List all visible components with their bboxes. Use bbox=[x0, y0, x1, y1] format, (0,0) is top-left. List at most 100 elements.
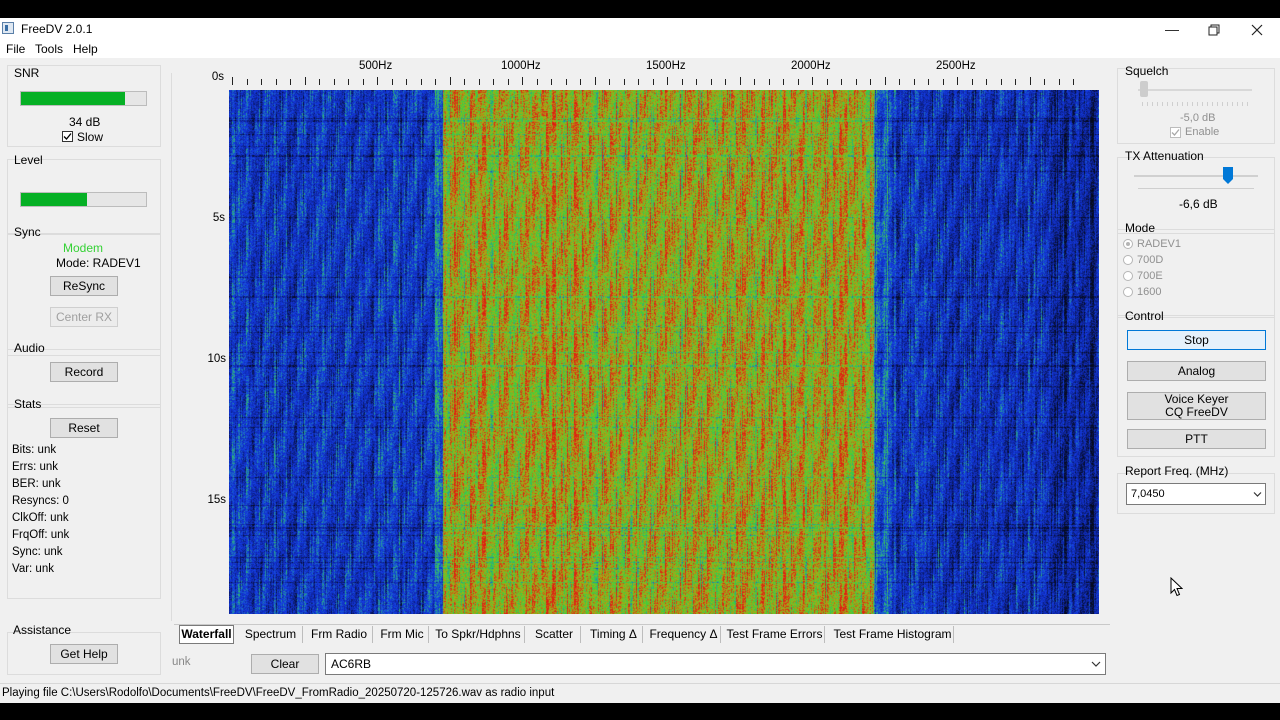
audio-title: Audio bbox=[14, 341, 45, 355]
squelch-enable-checkbox[interactable] bbox=[1170, 127, 1181, 138]
tx-attenuation-title: TX Attenuation bbox=[1125, 149, 1204, 163]
reset-button[interactable]: Reset bbox=[50, 418, 118, 438]
tab-scatter[interactable]: Scatter bbox=[528, 626, 581, 643]
tx-slider-baseline bbox=[1138, 188, 1254, 189]
ruler-tick bbox=[957, 77, 958, 85]
ruler-tick bbox=[363, 79, 364, 85]
ruler-tick bbox=[899, 79, 900, 85]
close-icon[interactable] bbox=[1236, 18, 1278, 40]
snr-value: 34 dB bbox=[69, 115, 101, 129]
tab-to-spkr[interactable]: To Spkr/Hdphns bbox=[432, 626, 525, 643]
squelch-title: Squelch bbox=[1125, 64, 1169, 78]
clear-button[interactable]: Clear bbox=[251, 654, 319, 674]
ruler-tick bbox=[972, 79, 973, 85]
freq-label-500: 500Hz bbox=[359, 60, 393, 72]
ruler-tick bbox=[334, 79, 335, 85]
report-chevron-down-icon bbox=[1253, 492, 1262, 497]
sync-title: Sync bbox=[14, 225, 41, 239]
ruler-tick bbox=[566, 79, 567, 85]
ruler-tick bbox=[493, 79, 494, 85]
minimize-icon[interactable]: — bbox=[1151, 18, 1193, 40]
ruler-tick bbox=[696, 79, 697, 85]
ruler-tick bbox=[406, 79, 407, 85]
ruler-tick bbox=[450, 77, 451, 85]
ruler-tick bbox=[667, 77, 668, 85]
ruler-tick bbox=[740, 77, 741, 85]
report-freq-value: 7,0450 bbox=[1131, 488, 1165, 500]
squelch-slider-track[interactable] bbox=[1138, 89, 1252, 91]
ruler-tick bbox=[783, 79, 784, 85]
waterfall-display[interactable] bbox=[229, 90, 1099, 614]
tab-frequency[interactable]: Frequency Δ bbox=[647, 626, 721, 643]
mouse-cursor-icon bbox=[1170, 577, 1183, 597]
ruler-tick bbox=[290, 79, 291, 85]
ruler-tick bbox=[609, 79, 610, 85]
ruler-tick bbox=[653, 79, 654, 85]
ruler-tick bbox=[856, 79, 857, 85]
report-freq-combobox[interactable]: 7,0450 bbox=[1126, 483, 1266, 505]
record-button[interactable]: Record bbox=[50, 362, 118, 382]
panel-divider bbox=[171, 73, 172, 621]
tx-slider-thumb[interactable] bbox=[1222, 167, 1233, 184]
time-label-0s: 0s bbox=[211, 71, 224, 83]
stats-title: Stats bbox=[14, 397, 42, 411]
ruler-tick bbox=[914, 79, 915, 85]
ruler-tick bbox=[551, 79, 552, 85]
tab-test-frame-histogram[interactable]: Test Frame Histogram bbox=[832, 626, 954, 643]
tab-waterfall[interactable]: Waterfall bbox=[179, 625, 234, 644]
mode-radio-700d[interactable] bbox=[1123, 255, 1133, 265]
restore-icon[interactable] bbox=[1193, 18, 1235, 40]
mode-radio-700e[interactable] bbox=[1123, 271, 1133, 281]
stat-bits: Bits: unk bbox=[12, 444, 57, 456]
ruler-tick bbox=[754, 79, 755, 85]
ruler-tick bbox=[638, 79, 639, 85]
slow-checkbox[interactable] bbox=[62, 131, 73, 142]
ruler-tick bbox=[479, 79, 480, 85]
ruler-tick bbox=[725, 79, 726, 85]
freq-label-2000: 2000Hz bbox=[791, 60, 831, 72]
ruler-tick bbox=[522, 77, 523, 85]
ruler-tick bbox=[1030, 77, 1031, 85]
tx-attenuation-value: -6,6 dB bbox=[1179, 197, 1218, 211]
ruler-tick bbox=[1044, 79, 1045, 85]
tab-test-frame-errors[interactable]: Test Frame Errors bbox=[725, 626, 825, 643]
ruler-tick bbox=[276, 79, 277, 85]
mode-radio-radev1[interactable] bbox=[1123, 239, 1133, 249]
callsign-combobox[interactable]: AC6RB bbox=[325, 653, 1106, 675]
mode-label-1600: 1600 bbox=[1137, 286, 1162, 298]
mode-radio-1600[interactable] bbox=[1123, 287, 1133, 297]
ruler-tick bbox=[812, 77, 813, 85]
ptt-button[interactable]: PTT bbox=[1127, 429, 1266, 449]
tab-spectrum[interactable]: Spectrum bbox=[239, 626, 303, 643]
squelch-enable-label: Enable bbox=[1185, 126, 1220, 138]
sync-status: Modem bbox=[63, 241, 104, 255]
tab-timing[interactable]: Timing Δ bbox=[585, 626, 643, 643]
stop-button[interactable]: Stop bbox=[1127, 330, 1266, 350]
tab-frm-radio[interactable]: Frm Radio bbox=[306, 626, 373, 643]
squelch-value: -5,0 dB bbox=[1180, 112, 1216, 124]
squelch-slider-thumb[interactable] bbox=[1140, 81, 1148, 97]
resync-button[interactable]: ReSync bbox=[50, 276, 118, 296]
ruler-tick bbox=[827, 79, 828, 85]
ruler-tick bbox=[435, 79, 436, 85]
stat-clkoff: ClkOff: unk bbox=[12, 512, 69, 524]
freq-label-1500: 1500Hz bbox=[646, 60, 686, 72]
ruler-tick bbox=[392, 79, 393, 85]
stat-resyncs: Resyncs: 0 bbox=[12, 495, 69, 507]
stat-sync: Sync: unk bbox=[12, 546, 63, 558]
ruler-tick bbox=[682, 79, 683, 85]
ruler-tick bbox=[421, 79, 422, 85]
mode-label-radev1: RADEV1 bbox=[1137, 238, 1182, 250]
ruler-tick bbox=[1015, 79, 1016, 85]
tab-frm-mic[interactable]: Frm Mic bbox=[376, 626, 429, 643]
ruler-tick bbox=[928, 79, 929, 85]
tx-slider-track[interactable] bbox=[1134, 175, 1258, 177]
center-rx-button[interactable]: Center RX bbox=[50, 307, 118, 327]
ruler-tick bbox=[580, 79, 581, 85]
analog-button[interactable]: Analog bbox=[1127, 361, 1266, 381]
voice-keyer-button[interactable]: Voice Keyer CQ FreeDV bbox=[1127, 392, 1266, 420]
ruler-tick bbox=[1073, 79, 1074, 85]
get-help-button[interactable]: Get Help bbox=[50, 644, 118, 664]
ruler-tick bbox=[348, 79, 349, 85]
ruler-tick bbox=[711, 79, 712, 85]
